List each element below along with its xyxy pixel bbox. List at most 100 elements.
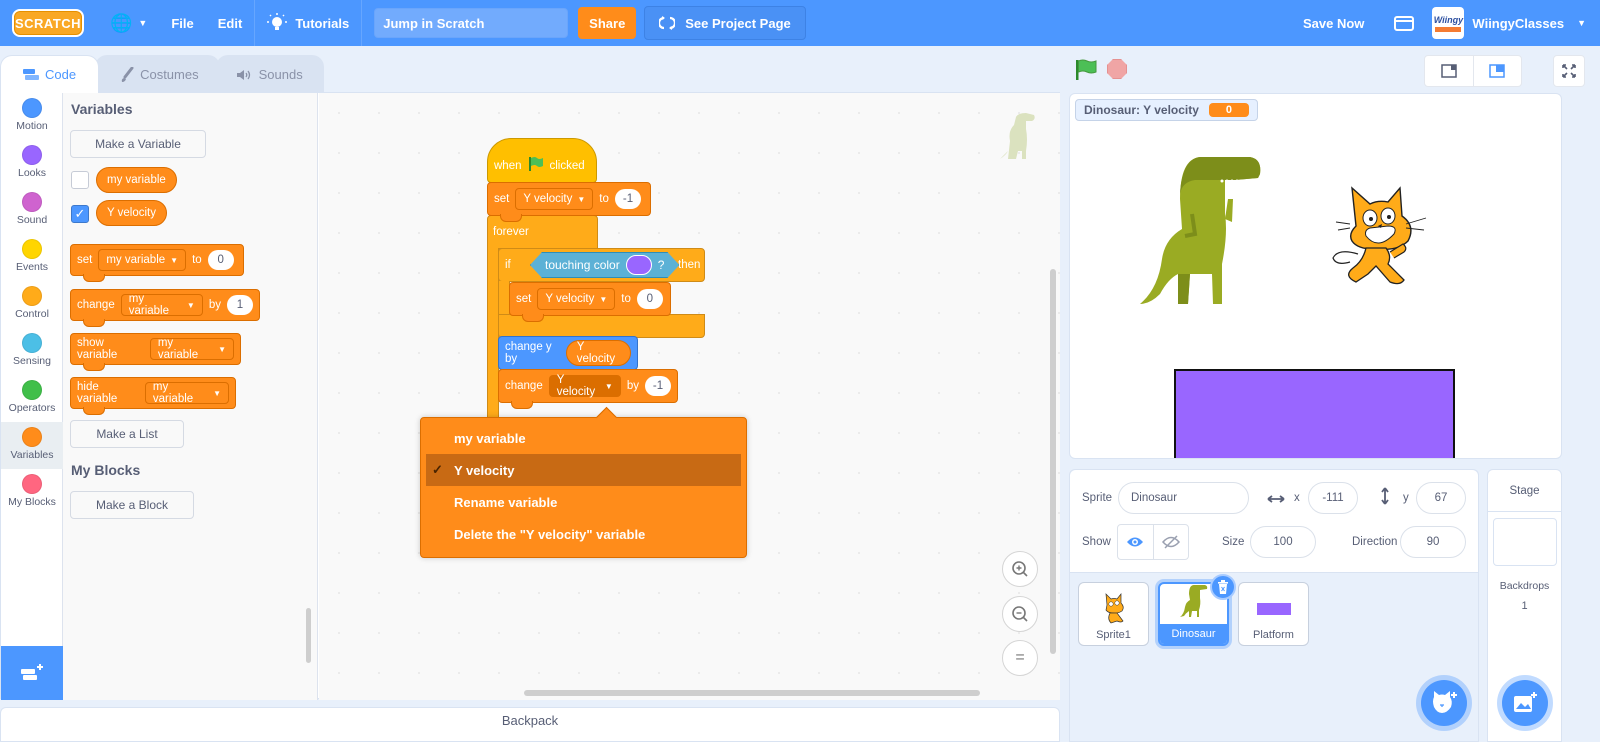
variable-dropdown[interactable]: Y velocity ▼ (548, 374, 621, 398)
add-sprite-button[interactable] (1421, 680, 1467, 726)
variable-dropdown[interactable]: my variable ▼ (98, 249, 187, 271)
workspace-vertical-scrollbar[interactable] (1050, 269, 1056, 654)
stage-selector[interactable]: Stage Backdrops 1 (1487, 469, 1562, 742)
save-now-button[interactable]: Save Now (1291, 0, 1376, 46)
variable-dropdown[interactable]: Y velocity ▼ (515, 188, 594, 210)
category-motion[interactable]: Motion (1, 93, 63, 140)
stop-icon[interactable] (1107, 59, 1127, 79)
project-title-input[interactable] (374, 8, 569, 38)
zoom-in-button[interactable] (1002, 551, 1038, 587)
share-button[interactable]: Share (578, 7, 637, 39)
chevron-down-icon[interactable]: ▼ (1577, 18, 1586, 28)
language-menu[interactable]: 🌐 ▼ (98, 0, 159, 46)
then-label: then (678, 259, 701, 271)
see-project-page-button[interactable]: See Project Page (644, 6, 806, 40)
small-stage-button[interactable] (1425, 56, 1473, 86)
category-control[interactable]: Control (1, 281, 63, 328)
change-variable-block[interactable]: change my variable ▼ by 1 (70, 289, 260, 327)
file-menu[interactable]: File (159, 0, 205, 46)
value-input[interactable]: -1 (645, 376, 671, 396)
add-backdrop-button[interactable] (1502, 680, 1548, 726)
stage-thumbnail[interactable] (1492, 518, 1557, 566)
category-operators[interactable]: Operators (1, 375, 63, 422)
color-swatch[interactable] (626, 255, 652, 275)
add-extension-button[interactable] (1, 646, 63, 700)
category-events[interactable]: Events (1, 234, 63, 281)
x-position-input[interactable] (1308, 482, 1358, 514)
scratch-logo[interactable]: SCRATCH (12, 9, 84, 37)
variable-dropdown[interactable]: my variable ▼ (144, 381, 229, 405)
y-position-input[interactable] (1416, 482, 1466, 514)
change-y-velocity-block[interactable]: change Y velocity ▼ by -1 (498, 369, 678, 409)
show-sprite-button[interactable] (1118, 525, 1153, 559)
zoom-out-button[interactable] (1002, 596, 1038, 632)
y-velocity-checkbox[interactable]: ✓ (71, 205, 89, 223)
tutorials-button[interactable]: Tutorials (255, 0, 361, 46)
value-input[interactable]: 0 (207, 250, 234, 270)
variable-monitor[interactable]: Dinosaur: Y velocity 0 (1075, 99, 1258, 121)
tab-costumes[interactable]: Costumes (95, 55, 220, 93)
category-variables[interactable]: Variables (1, 422, 63, 469)
variable-dropdown[interactable]: Y velocity ▼ (537, 288, 616, 310)
menu-item-delete-variable[interactable]: Delete the "Y velocity" variable (426, 518, 741, 550)
workspace-horizontal-scrollbar[interactable] (524, 690, 980, 696)
my-variable-reporter[interactable]: my variable (96, 167, 177, 193)
stage-canvas[interactable]: Dinosaur: Y velocity 0 (1069, 93, 1562, 459)
category-looks[interactable]: Looks (1, 140, 63, 187)
my-stuff-folder-icon[interactable] (1394, 15, 1415, 31)
code-blocks-icon (23, 68, 39, 80)
zoom-reset-button[interactable]: = (1002, 640, 1038, 676)
dropdown-arrow-icon: ▼ (577, 194, 586, 204)
variable-dropdown[interactable]: my variable ▼ (149, 337, 234, 361)
hide-variable-block[interactable]: hide variable my variable ▼ (70, 377, 236, 415)
eye-icon (1127, 537, 1144, 547)
y-velocity-reporter[interactable]: Y velocity (96, 200, 168, 226)
value-input[interactable]: -1 (614, 189, 642, 209)
variable-dropdown[interactable]: my variable ▼ (120, 293, 203, 317)
sprite-tile[interactable]: Sprite1 (1078, 582, 1149, 646)
large-stage-button[interactable] (1472, 56, 1521, 86)
platform-sprite[interactable] (1174, 369, 1455, 458)
avatar[interactable]: Wiingy (1432, 7, 1465, 39)
username[interactable]: WiingyClasses (1472, 16, 1564, 31)
set-y-velocity-block[interactable]: set Y velocity ▼ to -1 (487, 182, 651, 222)
size-input[interactable] (1250, 526, 1316, 558)
category-sound[interactable]: Sound (1, 187, 63, 234)
set-y-velocity-block[interactable]: set Y velocity ▼ to 0 (509, 282, 671, 322)
green-flag-icon[interactable] (1074, 58, 1098, 82)
touching-color-block[interactable]: touching color ? (530, 252, 679, 278)
value-input[interactable]: 1 (227, 295, 253, 315)
set-variable-block[interactable]: set my variable ▼ to 0 (70, 244, 244, 282)
when-flag-clicked-block[interactable]: when clicked (487, 138, 597, 183)
dinosaur-sprite[interactable] (1140, 154, 1265, 309)
make-variable-button[interactable]: Make a Variable (70, 130, 206, 158)
backpack[interactable]: Backpack (0, 707, 1060, 742)
show-variable-block[interactable]: show variable my variable ▼ (70, 333, 241, 371)
change-y-by-block[interactable]: change y by Y velocity (498, 336, 638, 370)
menu-item-rename-variable[interactable]: Rename variable (426, 486, 741, 518)
sprite-tile[interactable]: Platform (1238, 582, 1309, 646)
block-text: change y by (505, 341, 552, 365)
make-block-button[interactable]: Make a Block (70, 491, 194, 519)
make-list-button[interactable]: Make a List (70, 420, 184, 448)
script-workspace[interactable]: when clicked set Y velocity ▼ to -1 forev… (319, 93, 1060, 700)
sprite-name-input[interactable] (1118, 482, 1249, 514)
palette-scrollbar[interactable] (306, 608, 311, 663)
value-input[interactable]: 0 (636, 289, 663, 309)
category-sensing[interactable]: Sensing (1, 328, 63, 375)
direction-input[interactable] (1400, 526, 1466, 558)
cat-sprite[interactable] (1328, 186, 1428, 291)
fullscreen-button[interactable] (1553, 55, 1585, 87)
tab-sounds[interactable]: Sounds (215, 55, 324, 93)
add-extension-icon (21, 664, 43, 680)
category-my-blocks[interactable]: My Blocks (1, 469, 63, 516)
y-velocity-reporter[interactable]: Y velocity (565, 340, 631, 366)
menu-item-y-velocity[interactable]: ✓ Y velocity (426, 454, 741, 486)
tab-code[interactable]: Code (0, 55, 100, 93)
monitor-value: 0 (1208, 103, 1249, 117)
hide-sprite-button[interactable] (1152, 525, 1188, 559)
menu-item-my-variable[interactable]: my variable (426, 422, 741, 454)
my-variable-checkbox[interactable] (71, 171, 89, 189)
delete-sprite-button[interactable] (1210, 574, 1236, 600)
edit-menu[interactable]: Edit (206, 0, 255, 46)
